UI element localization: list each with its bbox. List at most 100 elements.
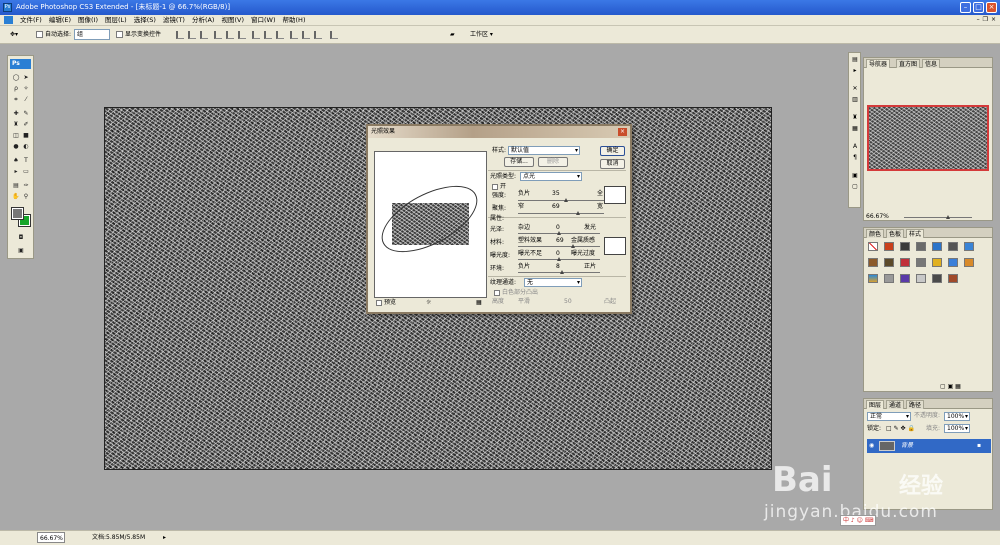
style-swatch-none[interactable] [868, 242, 878, 251]
style-swatch[interactable] [964, 258, 974, 267]
style-swatch[interactable] [932, 274, 942, 283]
style-swatch[interactable] [948, 242, 958, 251]
actions-panel-icon[interactable]: ▸ [851, 67, 859, 75]
shape-tool-icon[interactable]: ▭ [22, 168, 30, 175]
cancel-button[interactable]: 取消 [600, 159, 625, 169]
ok-button[interactable]: 确定 [600, 146, 625, 156]
style-swatch[interactable] [932, 242, 942, 251]
status-menu-arrow[interactable]: ▸ [163, 532, 166, 544]
preview-checkbox[interactable]: 预览 [376, 299, 396, 307]
auto-align-icon[interactable] [330, 31, 338, 39]
doc-restore-icon[interactable]: ❐ [983, 16, 988, 23]
gradient-tool-icon[interactable]: ■ [22, 132, 30, 139]
move-tool-icon[interactable]: ✥▾ [10, 30, 18, 40]
light-ellipse-handle[interactable] [375, 172, 486, 266]
measurement-icon[interactable]: ▦ [851, 125, 859, 133]
hand-tool-icon[interactable]: ✋ [12, 193, 20, 200]
menu-edit[interactable]: 编辑(E) [49, 15, 71, 26]
gloss-slider-thumb[interactable] [557, 231, 561, 235]
navigator-thumbnail[interactable] [867, 105, 989, 171]
type-tool-icon[interactable]: T [22, 157, 30, 164]
slice-tool-icon[interactable]: ⁄ [22, 96, 30, 103]
crop-tool-icon[interactable]: ⌗ [12, 96, 20, 103]
style-swatch[interactable] [868, 274, 878, 283]
distribute-top-icon[interactable] [252, 31, 260, 39]
brushes-panel-icon[interactable]: ▥ [851, 96, 859, 104]
tool-presets-icon[interactable]: ✕ [851, 85, 859, 93]
auto-select-dropdown[interactable]: 组 [74, 29, 110, 40]
light-type-dropdown[interactable]: 点光 [520, 172, 582, 181]
marquee-tool-icon[interactable]: ◯ [12, 74, 20, 81]
tab-info[interactable]: 信息 [922, 59, 941, 68]
menu-help[interactable]: 帮助(H) [283, 15, 306, 26]
style-swatch[interactable] [868, 258, 878, 267]
status-zoom-field[interactable]: 66.67% [37, 532, 65, 543]
style-swatch[interactable] [884, 242, 894, 251]
intensity-slider[interactable] [518, 200, 604, 201]
white-high-checkbox[interactable]: 白色部分凸出 [494, 289, 538, 297]
maximize-button[interactable]: □ [973, 2, 984, 13]
ambient-color-swatch[interactable] [604, 237, 626, 255]
ime-toolbar[interactable]: 中 ♪ ☺ ⌨ [840, 515, 877, 526]
paragraph-panel-icon[interactable]: ¶ [851, 154, 859, 162]
lasso-tool-icon[interactable]: ρ [12, 85, 20, 92]
zoom-tool-icon[interactable]: ⚲ [22, 193, 30, 200]
material-slider[interactable] [518, 246, 600, 247]
style-dropdown[interactable]: 默认值 [508, 146, 580, 155]
style-swatch[interactable] [916, 258, 926, 267]
align-bottom-icon[interactable] [200, 31, 208, 39]
tab-color[interactable]: 颜色 [866, 229, 885, 238]
eyedropper-icon[interactable]: ✑ [22, 182, 30, 189]
align-vcenter-icon[interactable] [188, 31, 196, 39]
history-panel-icon[interactable]: ▤ [851, 56, 859, 64]
doc-minimize-icon[interactable]: – [977, 16, 980, 23]
clone-source-icon[interactable]: ♜ [851, 114, 859, 122]
save-style-button[interactable]: 存储... [504, 157, 534, 167]
navigator-zoom[interactable]: 66.67% [866, 213, 889, 221]
healing-brush-icon[interactable]: ✚ [12, 110, 20, 117]
history-brush-icon[interactable]: ✐ [22, 121, 30, 128]
tab-histogram[interactable]: 直方图 [896, 59, 921, 68]
dialog-close-button[interactable]: × [618, 128, 627, 136]
style-swatch[interactable] [916, 274, 926, 283]
distribute-right-icon[interactable] [314, 31, 322, 39]
foreground-color-swatch[interactable] [11, 207, 24, 220]
focus-slider-thumb[interactable] [576, 211, 580, 215]
distribute-bottom-icon[interactable] [276, 31, 284, 39]
menu-filter[interactable]: 滤镜(T) [163, 15, 185, 26]
lock-icons[interactable]: □ ✎ ✥ 🔒 [886, 425, 915, 433]
navigator-zoom-slider[interactable] [904, 217, 972, 218]
show-transform-checkbox[interactable]: 显示变换控件 [116, 30, 161, 40]
info-panel-icon[interactable]: ▢ [851, 183, 859, 191]
layer-comps-icon[interactable]: ▣ [851, 172, 859, 180]
distribute-hcenter-icon[interactable] [302, 31, 310, 39]
path-select-icon[interactable]: ▸ [12, 168, 20, 175]
light-bulb-icon[interactable]: ☼ [426, 299, 431, 307]
layer-row-background[interactable]: ◉ 背景 ▪ [867, 439, 991, 453]
blur-tool-icon[interactable]: ● [12, 143, 20, 150]
ambience-slider[interactable] [518, 272, 600, 273]
tab-navigator[interactable]: 导航器 [866, 59, 891, 68]
tab-swatches[interactable]: 色板 [886, 229, 905, 238]
tab-channels[interactable]: 通道 [886, 400, 905, 409]
eye-icon[interactable]: ◉ [869, 442, 874, 450]
menu-layer[interactable]: 图层(L) [105, 15, 127, 26]
focus-slider[interactable] [518, 213, 604, 214]
style-swatch[interactable] [932, 258, 942, 267]
pen-tool-icon[interactable]: ♠ [12, 157, 20, 164]
menu-view[interactable]: 视图(V) [221, 15, 244, 26]
dodge-tool-icon[interactable]: ◐ [22, 143, 30, 150]
material-slider-thumb[interactable] [571, 244, 575, 248]
light-color-swatch[interactable] [604, 186, 626, 204]
distribute-vcenter-icon[interactable] [264, 31, 272, 39]
align-right-icon[interactable] [238, 31, 246, 39]
workspace-icon[interactable]: ▰ [450, 30, 455, 40]
texture-channel-dropdown[interactable]: 无 [524, 278, 582, 287]
navigator-zoom-thumb[interactable] [946, 215, 950, 219]
style-swatch[interactable] [948, 258, 958, 267]
screen-mode-icon[interactable]: ▣ [17, 247, 25, 254]
ambience-slider-thumb[interactable] [560, 270, 564, 274]
quick-mask-icon[interactable]: ◘ [17, 234, 25, 241]
fill-field[interactable]: 100% [944, 424, 970, 433]
opacity-field[interactable]: 100% [944, 412, 970, 421]
